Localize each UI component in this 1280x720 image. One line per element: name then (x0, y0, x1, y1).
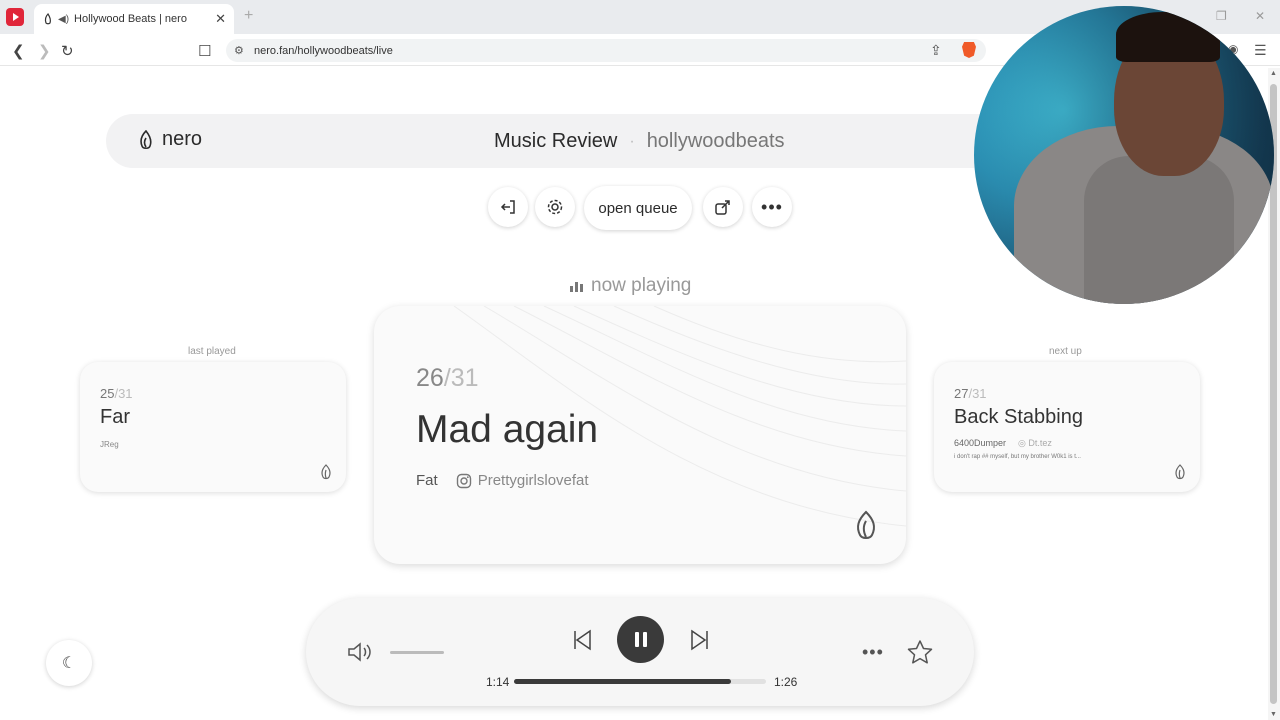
nero-favicon-icon (44, 13, 51, 25)
browser-tab[interactable]: ◀) Hollywood Beats | nero ✕ (34, 4, 234, 34)
settings-button[interactable] (535, 187, 575, 227)
total-time: 1:26 (774, 675, 798, 689)
channel-name: hollywoodbeats (646, 130, 785, 152)
more-icon: ••• (761, 196, 783, 217)
url-text: nero.fan/hollywoodbeats/live (254, 44, 393, 57)
track-title: Back Stabbing (954, 406, 1083, 428)
track-artist: Fat (416, 472, 438, 489)
now-playing-label: now playing (570, 275, 691, 297)
forward-icon[interactable]: ❯ (38, 42, 51, 60)
next-icon[interactable] (688, 628, 712, 652)
progress-bar[interactable] (514, 679, 766, 684)
youtube-app-icon[interactable] (6, 8, 24, 26)
track-number: 27/31 (954, 386, 987, 401)
close-tab-icon[interactable]: ✕ (215, 11, 226, 27)
url-field[interactable]: ⚙ nero.fan/hollywoodbeats/live (226, 39, 986, 62)
pause-button[interactable] (617, 616, 664, 663)
instagram-handle[interactable]: ◎ Dt.tez (1018, 438, 1052, 449)
more-options-button[interactable]: ••• (752, 187, 792, 227)
share-page-icon[interactable]: ⇪ (930, 42, 942, 59)
star-icon[interactable] (906, 639, 934, 665)
track-artist: JReg (100, 440, 119, 449)
equalizer-icon (570, 280, 583, 292)
track-artist: 6400Dumper (954, 438, 1007, 448)
nero-logo[interactable]: nero (138, 128, 202, 151)
title-separator: · (629, 132, 635, 150)
progress-fill (514, 679, 731, 684)
next-up-card[interactable]: 27/31 Back Stabbing 6400Dumper ◎ Dt.tez … (934, 362, 1200, 492)
new-tab-button[interactable]: + (244, 7, 253, 25)
volume-slider[interactable] (390, 651, 444, 654)
previous-icon[interactable] (570, 628, 594, 652)
exit-icon (500, 200, 515, 214)
track-meta: Fat Prettygirlslovefat (416, 472, 589, 489)
track-description: i don't rap ## myself, but my brother W0… (954, 454, 1081, 460)
flame-icon (857, 510, 875, 539)
flame-icon (321, 464, 331, 480)
open-queue-button[interactable]: open queue (584, 186, 692, 230)
scroll-down-icon[interactable]: ▼ (1270, 711, 1277, 718)
player-more-icon[interactable]: ••• (862, 642, 884, 663)
session-title: Music Review · hollywoodbeats (494, 130, 785, 153)
flame-icon (1175, 464, 1185, 480)
volume-icon[interactable] (346, 640, 374, 664)
last-played-card[interactable]: 25/31 Far JReg (80, 362, 346, 492)
moon-icon: ☾ (61, 655, 77, 672)
bookmark-icon[interactable]: ☐ (198, 42, 211, 60)
track-meta: 6400Dumper ◎ Dt.tez (954, 438, 1052, 449)
theme-toggle-button[interactable]: ☾ (46, 640, 92, 686)
track-title: Far (100, 406, 130, 428)
instagram-icon (456, 473, 471, 488)
current-time: 1:14 (486, 675, 510, 689)
last-played-label: last played (188, 346, 236, 357)
page-title: Music Review (494, 130, 618, 152)
site-settings-icon[interactable]: ⚙ (234, 44, 244, 57)
share-button[interactable] (703, 187, 743, 227)
flame-logo-icon (140, 129, 152, 149)
next-up-label: next up (1049, 346, 1082, 357)
pause-icon (634, 632, 639, 647)
settings-icon (547, 199, 563, 215)
share-icon (715, 200, 730, 215)
instagram-link[interactable]: Prettygirlslovefat (456, 472, 589, 489)
back-icon[interactable]: ❮ (12, 42, 25, 60)
track-number: 25/31 (100, 386, 133, 401)
track-title: Mad again (416, 408, 599, 451)
exit-button[interactable] (488, 187, 528, 227)
reload-icon[interactable]: ↻ (61, 42, 74, 60)
now-playing-card[interactable]: 26/31 Mad again Fat Prettygirlslovefat (374, 306, 906, 564)
webcam-overlay (974, 6, 1274, 304)
speaker-icon[interactable]: ◀) (58, 14, 69, 25)
now-playing-text: now playing (591, 275, 692, 296)
instagram-handle: Prettygirlslovefat (477, 472, 589, 489)
track-number: 26/31 (416, 364, 479, 392)
tab-title: Hollywood Beats | nero (74, 13, 187, 25)
logo-text: nero (162, 128, 203, 150)
